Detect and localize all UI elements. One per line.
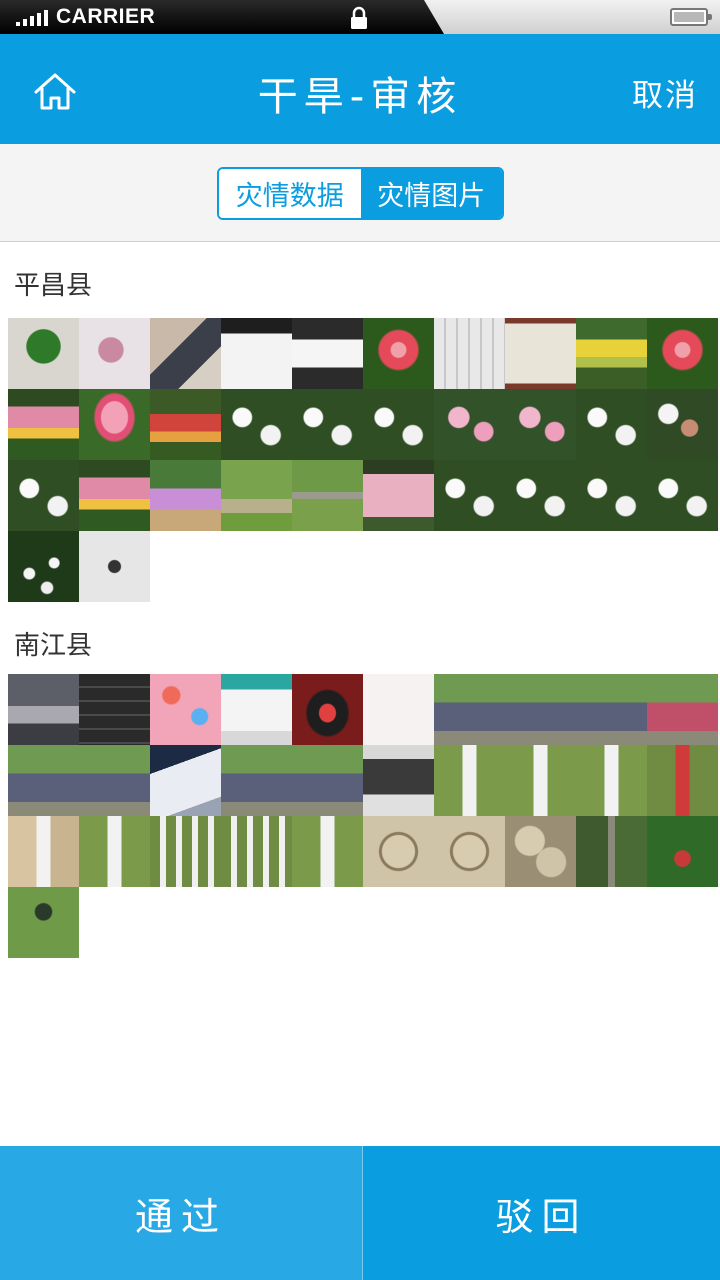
photo-thumbnail-group-photo[interactable] xyxy=(576,674,647,745)
photo-thumbnail-person-sitting[interactable] xyxy=(150,318,221,389)
photo-thumbnail-sign-on-grass[interactable] xyxy=(576,745,647,816)
status-right-area xyxy=(424,0,720,34)
photo-thumbnail-handwritten-note[interactable] xyxy=(363,674,434,745)
photo-grid-nanjiang xyxy=(8,674,718,958)
photo-thumbnail-coin-closeup[interactable] xyxy=(434,816,505,887)
photo-thumbnail-group-photo[interactable] xyxy=(505,674,576,745)
photo-thumbnail-pink-flower-bed[interactable] xyxy=(363,460,434,531)
photo-thumbnail-tulip-field-red[interactable] xyxy=(150,389,221,460)
photo-thumbnail-coin-closeup[interactable] xyxy=(363,816,434,887)
approve-button[interactable]: 通过 xyxy=(0,1146,362,1280)
nav-bar: 干旱-审核 取消 xyxy=(0,34,720,144)
photo-grid-pingchang xyxy=(8,318,718,602)
photo-thumbnail-white-lilies[interactable] xyxy=(363,389,434,460)
cancel-button[interactable]: 取消 xyxy=(632,70,698,115)
photo-thumbnail-sign-on-grass[interactable] xyxy=(292,816,363,887)
photo-thumbnail-white-lilies[interactable] xyxy=(292,389,363,460)
photo-thumbnail-group-photo-red[interactable] xyxy=(647,674,718,745)
photo-thumbnail-garden-lamp[interactable] xyxy=(8,887,79,958)
photo-thumbnail-keyboard-screen[interactable] xyxy=(434,318,505,389)
signal-strength-icon xyxy=(16,10,48,26)
photo-thumbnail-wall-map[interactable] xyxy=(505,318,576,389)
battery-icon xyxy=(670,8,712,26)
photo-thumbnail-calligraphy-paper[interactable] xyxy=(79,531,150,602)
photo-thumbnail-pink-lilies[interactable] xyxy=(434,389,505,460)
photo-thumbnail-flower-bed[interactable] xyxy=(150,460,221,531)
photo-thumbnail-business-card[interactable] xyxy=(221,674,292,745)
tab-disaster-data[interactable]: 灾情数据 xyxy=(219,169,361,218)
page-title: 干旱-审核 xyxy=(257,74,463,120)
lock-icon xyxy=(351,6,367,29)
photo-thumbnail-phone-home-screen[interactable] xyxy=(150,674,221,745)
photo-thumbnail-sign-on-grass[interactable] xyxy=(434,745,505,816)
section-title-nanjiang: 南江县 xyxy=(14,631,93,661)
reject-button[interactable]: 驳回 xyxy=(362,1146,720,1280)
tab-disaster-photos[interactable]: 灾情图片 xyxy=(360,169,502,218)
photo-thumbnail-phone-screen-app[interactable] xyxy=(221,318,292,389)
photo-thumbnail-white-lilies[interactable] xyxy=(8,460,79,531)
photo-thumbnail-park-path[interactable] xyxy=(221,460,292,531)
photo-thumbnail-phone-screen-menu[interactable] xyxy=(292,318,363,389)
photo-thumbnail-white-lilies[interactable] xyxy=(576,460,647,531)
photo-thumbnail-red-tulip[interactable] xyxy=(647,318,718,389)
photo-thumbnail-sign-on-grass[interactable] xyxy=(79,816,150,887)
photo-thumbnail-group-photo[interactable] xyxy=(221,745,292,816)
photo-thumbnail-white-lilies[interactable] xyxy=(434,460,505,531)
status-bar: CARRIER xyxy=(0,0,720,34)
photo-thumbnail-person-indoor[interactable] xyxy=(79,318,150,389)
photo-thumbnail-garden-shrubs[interactable] xyxy=(647,816,718,887)
photo-thumbnail-phone-chat-screen[interactable] xyxy=(79,674,150,745)
photo-thumbnail-tulip-field-pink[interactable] xyxy=(8,389,79,460)
photo-thumbnail-signs-on-grass[interactable] xyxy=(150,816,221,887)
photo-thumbnail-tree-pole[interactable] xyxy=(576,816,647,887)
photo-thumbnail-white-lilies[interactable] xyxy=(647,460,718,531)
bottom-action-bar: 通过 驳回 xyxy=(0,1146,720,1280)
photo-thumbnail-park-people[interactable] xyxy=(292,460,363,531)
photo-thumbnail-group-photo[interactable] xyxy=(8,745,79,816)
photo-thumbnail-hand-flowers[interactable] xyxy=(647,389,718,460)
segmented-control: 灾情数据 灾情图片 xyxy=(217,167,504,220)
photo-thumbnail-group-photo[interactable] xyxy=(79,745,150,816)
photo-thumbnail-sign-on-grass[interactable] xyxy=(505,745,576,816)
photo-thumbnail-pink-tulip[interactable] xyxy=(79,389,150,460)
photo-thumbnail-white-lilies[interactable] xyxy=(576,389,647,460)
photo-thumbnail-red-sign-grass[interactable] xyxy=(647,745,718,816)
photo-thumbnail-group-photo[interactable] xyxy=(434,674,505,745)
photo-thumbnail-potted-plant[interactable] xyxy=(8,318,79,389)
tab-area: 灾情数据 灾情图片 xyxy=(0,144,720,242)
section-title-pingchang: 平昌县 xyxy=(14,271,93,301)
photo-thumbnail-paper-document[interactable] xyxy=(150,745,221,816)
photo-thumbnail-document-scan[interactable] xyxy=(363,745,434,816)
photo-thumbnail-signs-on-grass[interactable] xyxy=(221,816,292,887)
photo-thumbnail-group-photo[interactable] xyxy=(292,745,363,816)
photo-thumbnail-pink-lilies[interactable] xyxy=(505,389,576,460)
photo-thumbnail-white-flowers-dark[interactable] xyxy=(8,531,79,602)
photo-thumbnail-scale-display[interactable] xyxy=(292,674,363,745)
photo-thumbnail-sky-landscape[interactable] xyxy=(8,674,79,745)
carrier-label: CARRIER xyxy=(56,5,156,28)
photo-thumbnail-tulip-field-pink[interactable] xyxy=(79,460,150,531)
photo-thumbnail-white-lilies[interactable] xyxy=(221,389,292,460)
photo-thumbnail-sign-on-sand[interactable] xyxy=(8,816,79,887)
photo-thumbnail-red-tulip[interactable] xyxy=(363,318,434,389)
photo-thumbnail-tulip-field-yellow[interactable] xyxy=(576,318,647,389)
photo-thumbnail-white-lilies[interactable] xyxy=(505,460,576,531)
photo-thumbnail-coins[interactable] xyxy=(505,816,576,887)
